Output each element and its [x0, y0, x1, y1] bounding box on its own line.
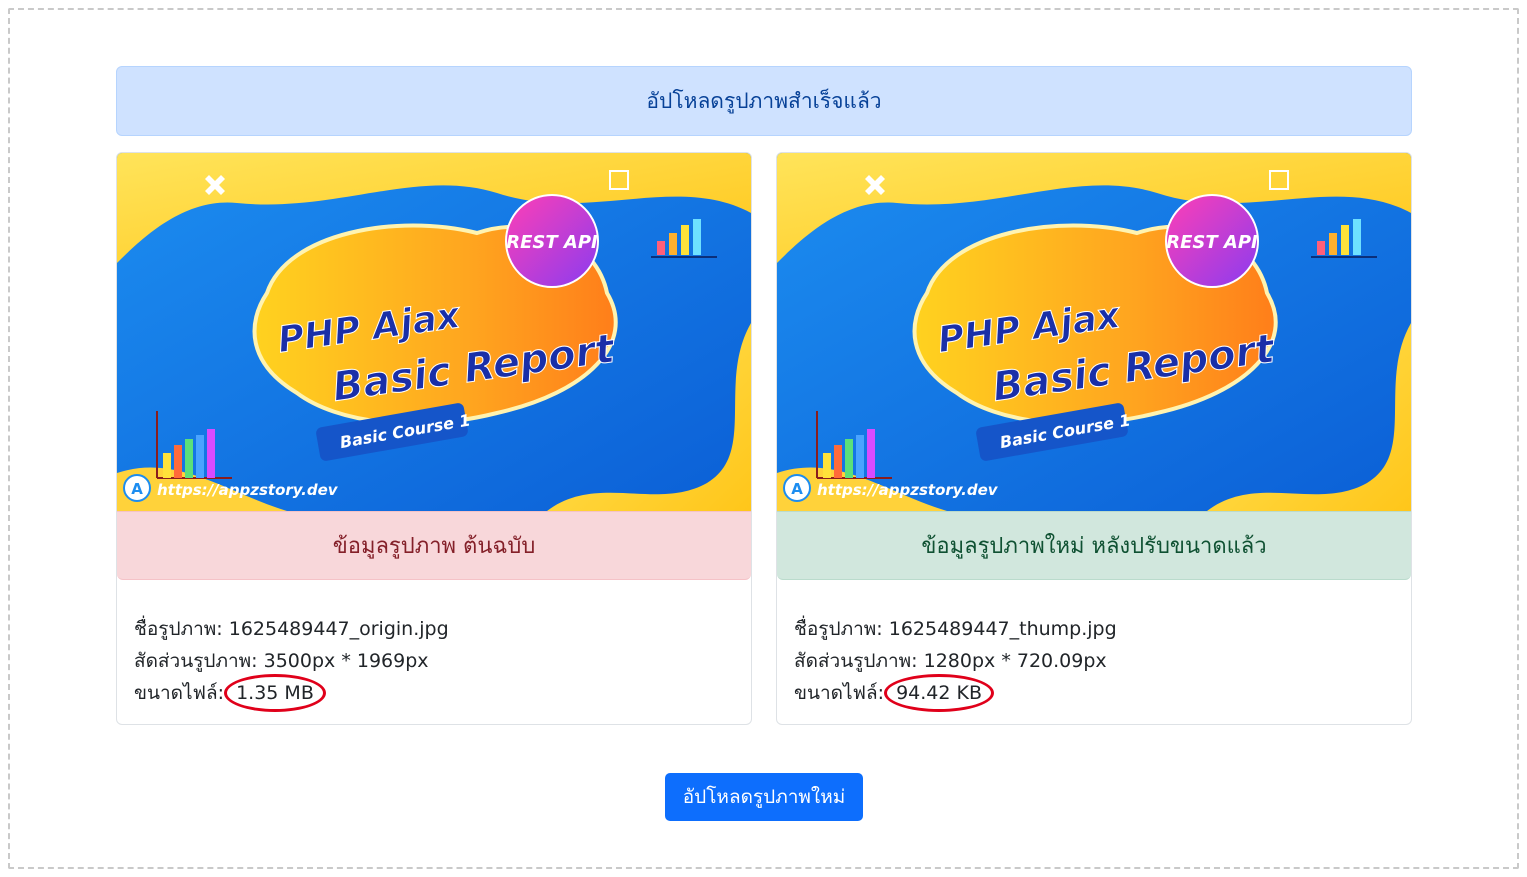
banner-url: https://appzstory.dev: [157, 481, 339, 499]
appzstory-logo: A: [123, 474, 151, 502]
highlight-circle: [224, 674, 326, 712]
svg-text:A: A: [131, 480, 143, 498]
original-ratio-label: สัดส่วนรูปภาพ:: [134, 650, 264, 672]
resized-heading-text: ข้อมูลรูปภาพใหม่ หลังปรับขนาดแล้ว: [921, 534, 1267, 559]
original-ratio-row: สัดส่วนรูปภาพ: 3500px * 1969px: [134, 645, 449, 677]
banner-url: https://appzstory.dev: [817, 481, 999, 499]
upload-new-image-label: อัปโหลดรูปภาพใหม่: [682, 787, 846, 808]
resized-name-row: ชื่อรูปภาพ: 1625489447_thump.jpg: [794, 613, 1117, 645]
resized-name-value: 1625489447_thump.jpg: [888, 618, 1117, 640]
resized-name-label: ชื่อรูปภาพ:: [794, 618, 889, 640]
resized-size-label: ขนาดไฟล์:: [794, 682, 891, 704]
original-heading-text: ข้อมูลรูปภาพ ต้นฉบับ: [332, 534, 536, 559]
upload-new-image-button[interactable]: อัปโหลดรูปภาพใหม่: [665, 773, 863, 821]
highlight-circle: [884, 674, 995, 712]
original-ratio-value: 3500px * 1969px: [263, 650, 429, 672]
resized-ratio-label: สัดส่วนรูปภาพ:: [794, 650, 924, 672]
original-info-heading: ข้อมูลรูปภาพ ต้นฉบับ: [117, 511, 751, 580]
resized-info-heading: ข้อมูลรูปภาพใหม่ หลังปรับขนาดแล้ว: [777, 511, 1411, 580]
rest-api-label: REST API: [1166, 232, 1258, 253]
resized-info: ชื่อรูปภาพ: 1625489447_thump.jpg สัดส่วน…: [794, 613, 1117, 712]
original-size-label: ขนาดไฟล์:: [134, 682, 231, 704]
original-image-card: REST API PHP Ajax Basic Report Basic Cou…: [116, 152, 752, 725]
original-name-row: ชื่อรูปภาพ: 1625489447_origin.jpg: [134, 613, 449, 645]
original-image-preview: REST API PHP Ajax Basic Report Basic Cou…: [117, 153, 751, 511]
original-size-row: ขนาดไฟล์: 1.35 MB: [134, 674, 449, 712]
resized-size-row: ขนาดไฟล์: 94.42 KB: [794, 674, 1117, 712]
original-name-value: 1625489447_origin.jpg: [228, 618, 449, 640]
svg-text:A: A: [791, 480, 803, 498]
resized-image-preview: REST API PHP Ajax Basic Report Basic Cou…: [777, 153, 1411, 511]
resized-size-highlight: 94.42 KB: [884, 674, 995, 712]
original-name-label: ชื่อรูปภาพ:: [134, 618, 229, 640]
original-info: ชื่อรูปภาพ: 1625489447_origin.jpg สัดส่ว…: [134, 613, 449, 712]
resized-image-card: REST API PHP Ajax Basic Report Basic Cou…: [776, 152, 1412, 725]
upload-success-alert: อัปโหลดรูปภาพสำเร็จแล้ว: [116, 66, 1412, 136]
resized-ratio-row: สัดส่วนรูปภาพ: 1280px * 720.09px: [794, 645, 1117, 677]
upload-success-message: อัปโหลดรูปภาพสำเร็จแล้ว: [646, 88, 882, 113]
appzstory-logo: A: [783, 474, 811, 502]
resized-ratio-value: 1280px * 720.09px: [923, 650, 1107, 672]
original-size-highlight: 1.35 MB: [224, 674, 326, 712]
rest-api-label: REST API: [506, 232, 598, 253]
